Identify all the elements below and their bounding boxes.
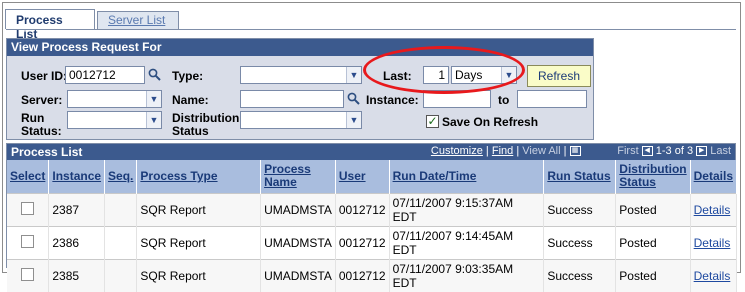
run-status-cell: Success: [543, 192, 617, 226]
distribution-status-cell: Posted: [615, 192, 691, 226]
user-id-label: User ID:: [21, 69, 68, 83]
row-select-cell: [7, 258, 50, 292]
process-type-cell: SQR Report: [136, 192, 262, 226]
seq-cell: [104, 258, 138, 292]
grid-navigation: Customize | Find | View All | ▦ First ◀ …: [430, 145, 731, 157]
seq-cell: [104, 192, 138, 226]
last-link[interactable]: Last: [710, 145, 731, 157]
table-row: 2386 SQR Report UMADMSTA 0012712 07/11/2…: [7, 225, 738, 259]
user-cell: 0012712: [335, 258, 390, 292]
user-cell: 0012712: [335, 225, 390, 259]
row-select-cell: [7, 192, 50, 226]
user-id-lookup-icon[interactable]: [148, 68, 162, 82]
distribution-status-label-line2: Status: [172, 124, 209, 138]
user-id-input[interactable]: 0012712: [65, 66, 145, 84]
server-select[interactable]: ▼: [67, 90, 162, 108]
name-label: Name:: [172, 93, 209, 107]
col-distribution-status[interactable]: Distribution Status: [615, 160, 691, 193]
row-select-checkbox[interactable]: [21, 267, 35, 281]
process-type-cell: SQR Report: [136, 225, 262, 259]
row-select-checkbox[interactable]: [21, 234, 35, 248]
server-label: Server:: [21, 93, 63, 107]
process-name-cell: UMADMSTA: [260, 225, 336, 259]
col-select[interactable]: Select: [7, 160, 50, 193]
download-grid-icon[interactable]: ▦: [569, 146, 581, 157]
process-name-cell: UMADMSTA: [260, 192, 336, 226]
first-link[interactable]: First: [617, 145, 638, 157]
details-link[interactable]: Details: [694, 236, 731, 250]
highlight-oval: [363, 46, 525, 94]
name-input[interactable]: [240, 90, 344, 108]
process-table: Select Instance Seq. Process Type Proces…: [7, 160, 738, 292]
run-date-cell: 07/11/2007 9:15:37AM EDT: [389, 192, 545, 226]
chevron-down-icon: ▼: [146, 91, 161, 107]
run-date-cell: 07/11/2007 9:03:35AM EDT: [389, 258, 545, 292]
grid-header: Process List Customize | Find | View All…: [7, 144, 735, 160]
distribution-status-label-line1: Distribution: [172, 111, 240, 125]
tab-divider: [6, 29, 736, 30]
instance-cell: 2386: [48, 225, 106, 259]
to-label: to: [498, 93, 510, 107]
name-lookup-icon[interactable]: [347, 92, 361, 106]
grid-title: Process List: [11, 145, 83, 159]
seq-cell: [104, 225, 138, 259]
details-link[interactable]: Details: [694, 203, 731, 217]
col-user[interactable]: User: [335, 160, 390, 193]
tab-process-list[interactable]: Process List: [5, 9, 95, 41]
col-process-type[interactable]: Process Type: [136, 160, 262, 193]
distribution-status-cell: Posted: [615, 225, 691, 259]
row-select-checkbox[interactable]: [21, 201, 35, 215]
customize-link[interactable]: Customize: [431, 145, 483, 157]
chevron-down-icon: ▼: [346, 112, 361, 128]
col-run-status[interactable]: Run Status: [543, 160, 617, 193]
range-text: 1-3 of 3: [655, 145, 694, 157]
refresh-button[interactable]: Refresh: [527, 65, 591, 87]
find-link[interactable]: Find: [492, 145, 513, 157]
col-process-name[interactable]: Process Name: [260, 160, 336, 193]
process-type-cell: SQR Report: [136, 258, 262, 292]
instance-label: Instance:: [366, 93, 419, 107]
details-cell: Details: [690, 225, 738, 259]
save-on-refresh-label: Save On Refresh: [442, 115, 539, 129]
col-details[interactable]: Details: [690, 160, 738, 193]
chevron-down-icon: ▼: [346, 67, 361, 83]
process-list-grid: Process List Customize | Find | View All…: [6, 143, 738, 292]
col-instance[interactable]: Instance: [48, 160, 106, 193]
type-label: Type:: [172, 69, 204, 83]
distribution-status-label: Distribution Status: [172, 112, 239, 138]
row-select-cell: [7, 225, 50, 259]
run-status-label: Run Status:: [21, 112, 62, 138]
table-header-row: Select Instance Seq. Process Type Proces…: [7, 160, 738, 193]
details-cell: Details: [690, 258, 738, 292]
details-cell: Details: [690, 192, 738, 226]
previous-icon[interactable]: ◀: [641, 146, 653, 157]
tab-server-list[interactable]: Server List: [97, 11, 179, 29]
col-run-date-time[interactable]: Run Date/Time: [389, 160, 545, 193]
view-all-link[interactable]: View All: [522, 145, 560, 157]
instance-to-input[interactable]: [517, 90, 587, 108]
table-row: 2387 SQR Report UMADMSTA 0012712 07/11/2…: [7, 192, 738, 226]
user-cell: 0012712: [335, 192, 390, 226]
run-date-cell: 07/11/2007 9:14:45AM EDT: [389, 225, 545, 259]
run-status-cell: Success: [543, 258, 617, 292]
chevron-down-icon: ▼: [146, 112, 161, 128]
next-icon[interactable]: ▶: [696, 146, 708, 157]
distribution-status-cell: Posted: [615, 258, 691, 292]
view-process-request-panel: View Process Request For User ID: 001271…: [6, 38, 594, 140]
instance-cell: 2387: [48, 192, 106, 226]
process-name-cell: UMADMSTA: [260, 258, 336, 292]
run-status-label-line2: Status:: [21, 124, 62, 138]
run-status-select[interactable]: ▼: [67, 111, 162, 129]
save-on-refresh-checkbox[interactable]: ✓: [426, 115, 439, 128]
run-status-label-line1: Run: [21, 111, 45, 125]
run-status-cell: Success: [543, 225, 617, 259]
instance-cell: 2385: [48, 258, 106, 292]
distribution-status-select[interactable]: ▼: [240, 111, 362, 129]
col-seq[interactable]: Seq.: [104, 160, 138, 193]
type-select[interactable]: ▼: [240, 66, 362, 84]
table-row: 2385 SQR Report UMADMSTA 0012712 07/11/2…: [7, 258, 738, 292]
